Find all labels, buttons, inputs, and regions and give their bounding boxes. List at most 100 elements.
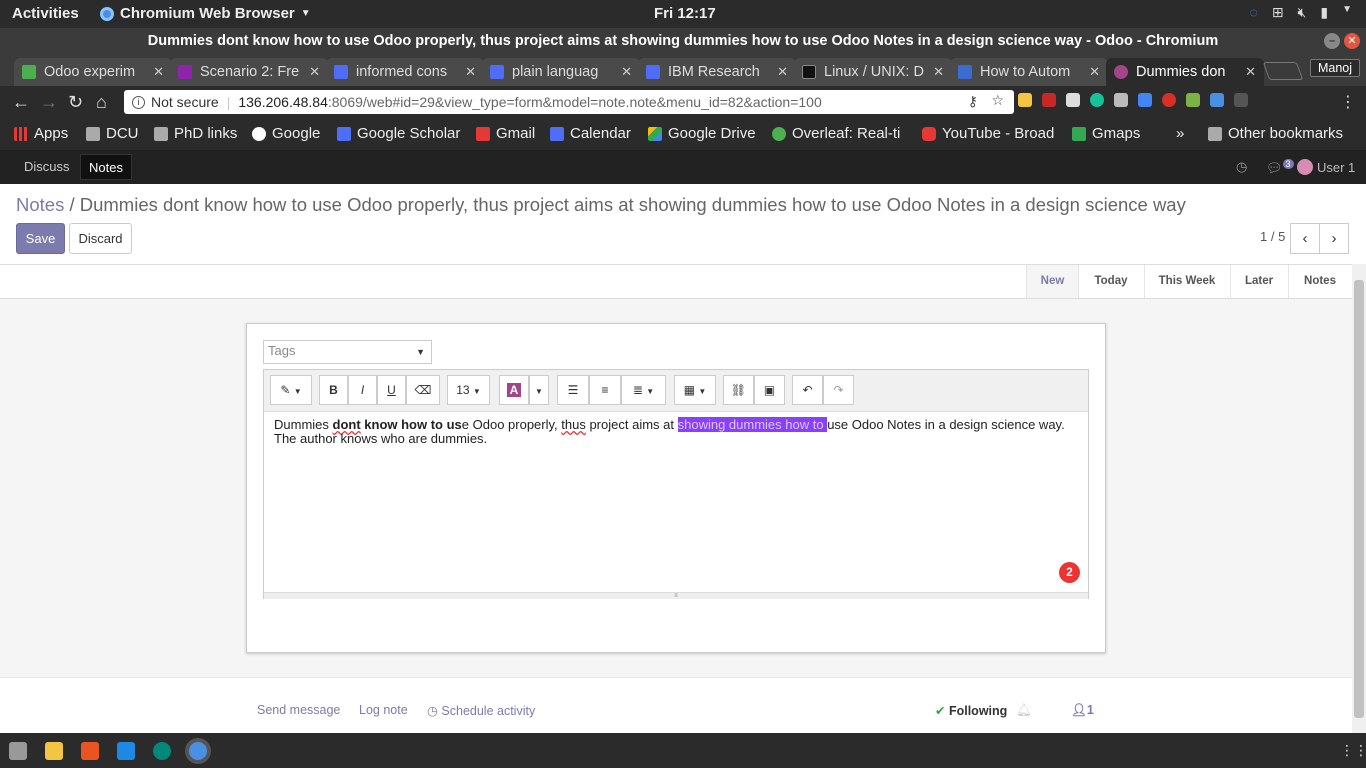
underline-button[interactable]: U [377, 375, 406, 405]
browser-tab-active[interactable]: Dummies don ✕ [1106, 58, 1264, 86]
bookmarks-overflow[interactable]: » [1176, 125, 1184, 142]
star-icon[interactable]: ☆ [991, 92, 1004, 109]
log-note-button[interactable]: Log note [359, 703, 408, 717]
app-menu[interactable]: Chromium Web Browser ▼ [100, 5, 311, 22]
note-content[interactable]: Dummies dont know how to use Odoo proper… [274, 417, 1080, 446]
software-center-icon[interactable] [81, 742, 99, 760]
extension-icon[interactable] [1162, 93, 1176, 107]
show-apps-icon[interactable]: ⋮⋮ [1340, 742, 1366, 759]
table-dropdown[interactable]: ▦ ▼ [674, 375, 716, 405]
paragraph-dropdown[interactable]: ≣ ▼ [621, 375, 666, 405]
close-icon[interactable]: ✕ [309, 64, 320, 80]
bell-icon[interactable]: 🔔︎ [1016, 703, 1032, 718]
extension-icon[interactable] [1042, 93, 1056, 107]
home-icon[interactable]: ⌂ [96, 92, 107, 113]
chromium-icon[interactable] [189, 742, 207, 760]
note-editor[interactable]: ✎ ▼ B I U ⌫ 13 ▼ A ▼ ☰ ≡ ≣ ▼ ▦ ▼ ⛓ ▣ ↶ ↷… [263, 369, 1089, 599]
clock[interactable]: Fri 12:17 [654, 5, 716, 22]
save-button[interactable]: Save [16, 223, 65, 254]
stage-notes[interactable]: Notes [1288, 265, 1352, 298]
bookmark[interactable]: Calendar [550, 125, 631, 142]
page-scrollbar[interactable] [1352, 264, 1366, 733]
browser-tab[interactable]: Odoo experim ✕ [14, 58, 172, 86]
color-dropdown[interactable]: ▼ [529, 375, 549, 405]
browser-tab[interactable]: plain languag ✕ [482, 58, 640, 86]
send-message-button[interactable]: Send message [257, 703, 340, 717]
menu-discuss[interactable]: Discuss [16, 150, 78, 184]
numbered-list-button[interactable]: ≡ [589, 375, 621, 405]
close-icon[interactable]: ✕ [1089, 64, 1100, 80]
new-tab-button[interactable] [1262, 62, 1304, 80]
editor-resize-handle[interactable]: ≡ [264, 592, 1088, 599]
messages-icon[interactable]: 💬︎ 3 [1266, 159, 1294, 176]
extension-icon[interactable] [1210, 93, 1224, 107]
pager-value[interactable]: 1 / 5 [1260, 229, 1285, 244]
bold-button[interactable]: B [319, 375, 348, 405]
extension-icon[interactable] [1114, 93, 1128, 107]
vscode-icon[interactable] [117, 742, 135, 760]
browser-tab[interactable]: IBM Research ✕ [638, 58, 796, 86]
stage-new[interactable]: New [1026, 265, 1079, 298]
schedule-activity-button[interactable]: ◷ Schedule activity [427, 703, 535, 718]
following-button[interactable]: ✔ Following [935, 703, 1007, 718]
close-icon[interactable]: ✕ [1245, 64, 1256, 80]
bookmark[interactable]: Gmaps [1072, 125, 1140, 142]
extension-icon[interactable] [1018, 93, 1032, 107]
close-icon[interactable]: ✕ [777, 64, 788, 80]
browser-tab[interactable]: How to Autom ✕ [950, 58, 1108, 86]
address-bar[interactable]: i Not secure | 136.206.48.84:8069/web#id… [124, 90, 1014, 114]
bookmark-apps[interactable]: Apps [14, 125, 68, 142]
extension-icon[interactable] [1186, 93, 1200, 107]
key-icon[interactable]: ⚷ [968, 93, 978, 110]
followers-button[interactable]: 👤︎1 [1071, 703, 1094, 718]
extension-icon[interactable] [1066, 93, 1080, 107]
bookmark[interactable]: Google [252, 125, 320, 142]
bookmark-folder[interactable]: DCU [86, 125, 139, 142]
close-icon[interactable]: ✕ [621, 64, 632, 80]
close-window-button[interactable]: ✕ [1344, 33, 1360, 49]
forward-icon[interactable]: → [40, 92, 58, 113]
tags-input[interactable]: Tags ▼ [263, 340, 432, 364]
app-icon[interactable] [153, 742, 171, 760]
info-icon[interactable]: i [132, 95, 145, 109]
browser-tab[interactable]: Linux / UNIX: D ✕ [794, 58, 952, 86]
bookmark[interactable]: Google Scholar [337, 125, 460, 142]
grammarly-badge[interactable]: 2 [1059, 562, 1080, 583]
stage-this-week[interactable]: This Week [1144, 265, 1231, 298]
browser-tab[interactable]: informed cons ✕ [326, 58, 484, 86]
menu-notes[interactable]: Notes [80, 154, 132, 180]
notes-app-icon[interactable] [45, 742, 63, 760]
stage-later[interactable]: Later [1230, 265, 1289, 298]
scrollbar-thumb[interactable] [1354, 280, 1364, 718]
stage-today[interactable]: Today [1078, 265, 1145, 298]
grammarly-icon[interactable] [1090, 93, 1104, 107]
files-icon[interactable] [9, 742, 27, 760]
discard-button[interactable]: Discard [69, 223, 132, 254]
user-menu[interactable]: User 1 [1297, 159, 1355, 175]
bookmark[interactable]: Overleaf: Real-ti [772, 125, 900, 142]
back-icon[interactable]: ← [12, 92, 30, 113]
link-button[interactable]: ⛓ [723, 375, 754, 405]
clear-format-button[interactable]: ⌫ [406, 375, 440, 405]
image-button[interactable]: ▣ [754, 375, 785, 405]
pager-previous-button[interactable]: ‹ [1290, 223, 1320, 254]
bullet-list-button[interactable]: ☰ [557, 375, 589, 405]
redo-button[interactable]: ↷ [823, 375, 854, 405]
bookmark[interactable]: Gmail [476, 125, 535, 142]
other-bookmarks[interactable]: Other bookmarks [1208, 125, 1343, 142]
close-icon[interactable]: ✕ [933, 64, 944, 80]
system-tray[interactable]: ◌ ⊞ 🔇︎ ▮ ▼ [1249, 4, 1352, 21]
menu-icon[interactable]: ⋮ [1340, 92, 1356, 112]
breadcrumb-notes-link[interactable]: Notes [16, 194, 64, 215]
undo-button[interactable]: ↶ [792, 375, 823, 405]
browser-tab[interactable]: Scenario 2: Fre ✕ [170, 58, 328, 86]
translate-icon[interactable] [1138, 93, 1152, 107]
font-size-dropdown[interactable]: 13 ▼ [447, 375, 490, 405]
extension-icon[interactable] [1234, 93, 1248, 107]
color-button[interactable]: A [499, 375, 529, 405]
style-dropdown[interactable]: ✎ ▼ [270, 375, 312, 405]
bookmark[interactable]: YouTube - Broad [922, 125, 1054, 142]
clock-icon[interactable]: ◷ [1236, 159, 1247, 175]
activities-button[interactable]: Activities [12, 5, 79, 22]
profile-button[interactable]: Manoj [1310, 59, 1360, 77]
